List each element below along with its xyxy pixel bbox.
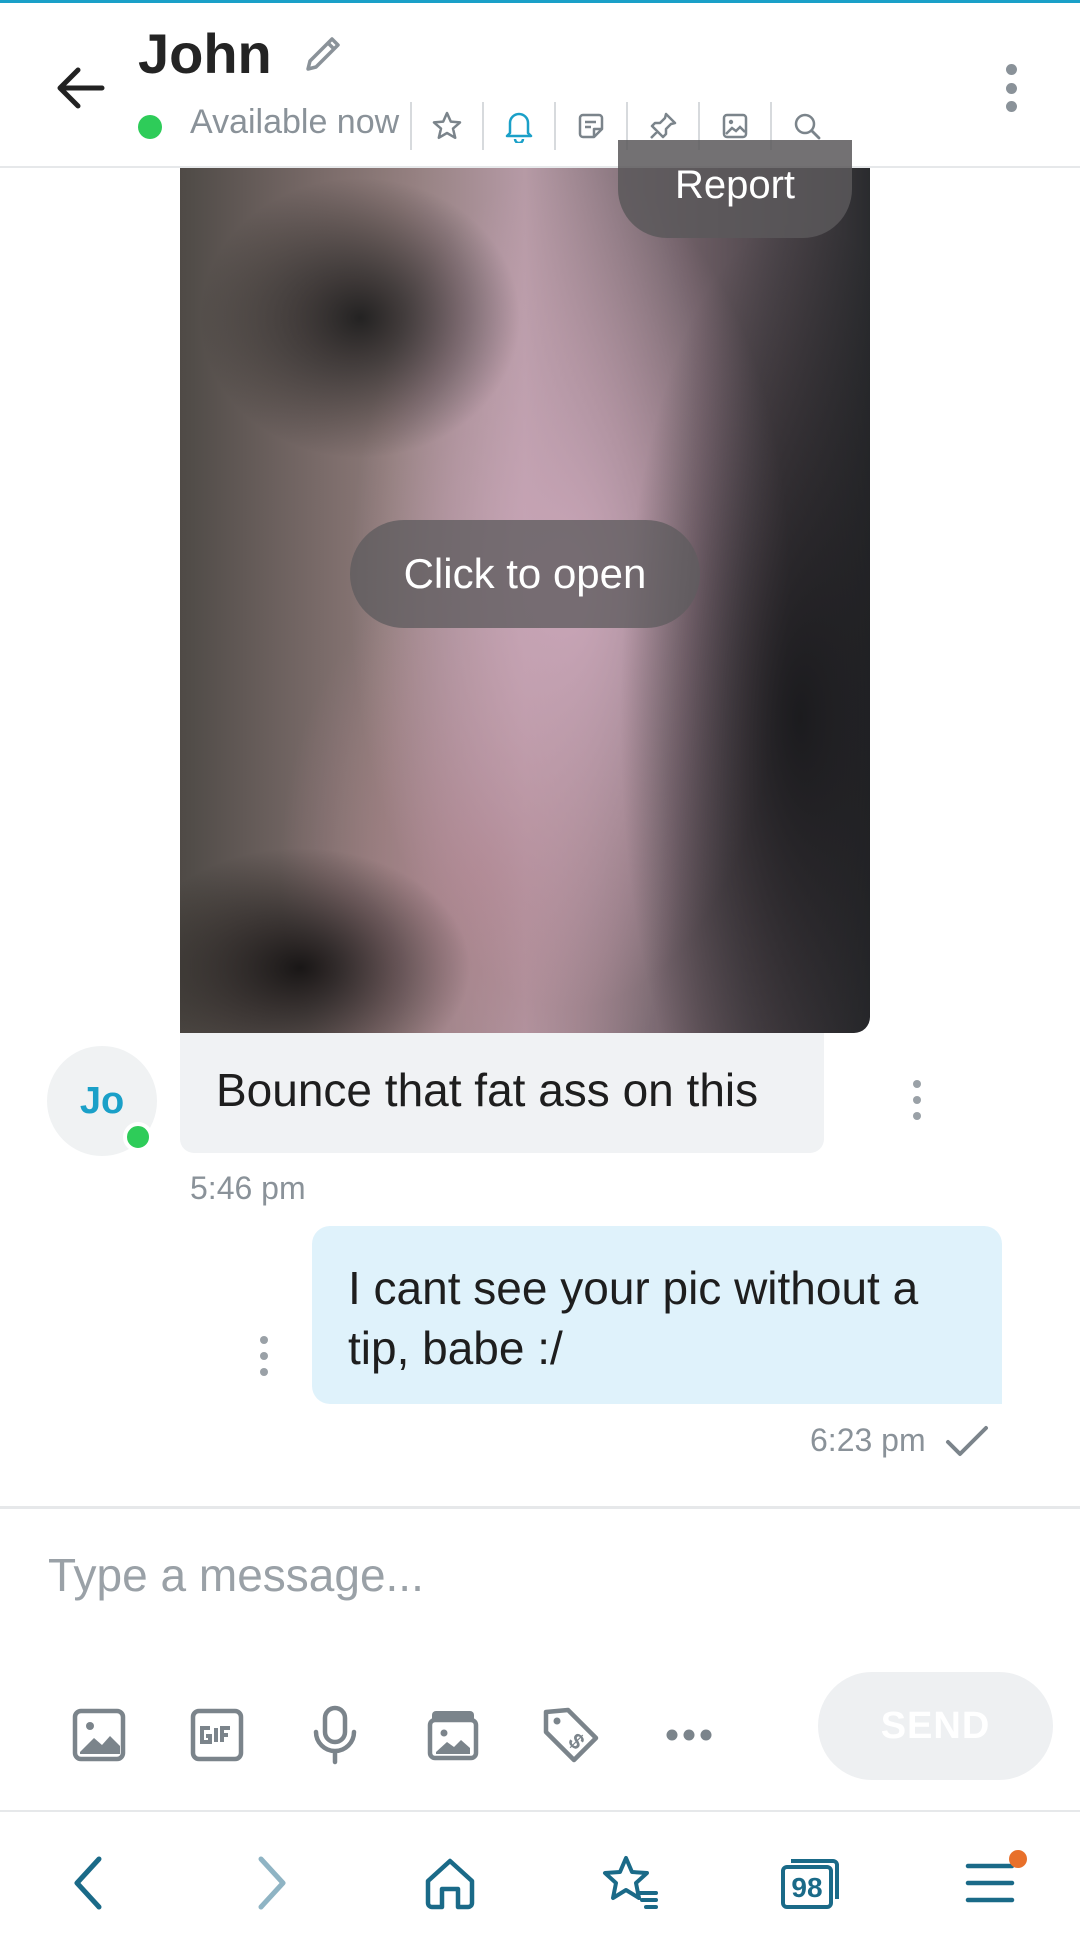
outgoing-message-options-button[interactable] <box>247 1336 281 1376</box>
price-tag-icon: $ <box>543 1707 599 1763</box>
gif-icon <box>190 1708 244 1762</box>
browser-navbar: 98 <box>0 1812 1080 1954</box>
send-button[interactable]: SEND <box>818 1672 1053 1780</box>
chevron-right-icon <box>258 1856 286 1910</box>
more-icon <box>666 1729 712 1741</box>
gif-button[interactable] <box>158 1690 276 1780</box>
check-icon <box>946 1426 988 1456</box>
home-icon <box>425 1858 475 1910</box>
edit-name-button[interactable] <box>300 31 350 81</box>
notes-button[interactable] <box>556 101 626 151</box>
dot <box>260 1336 268 1344</box>
bell-icon <box>505 112 533 143</box>
notifications-button[interactable] <box>484 101 554 151</box>
contact-name[interactable]: John <box>138 21 272 86</box>
avatar-online-indicator <box>123 1122 153 1152</box>
note-icon <box>578 113 604 139</box>
bookmark-star-icon <box>603 1856 658 1909</box>
image-gallery-icon <box>722 113 748 139</box>
incoming-message-time: 5:46 pm <box>190 1170 306 1206</box>
more-options-button[interactable] <box>990 58 1032 118</box>
incoming-message: Bounce that fat ass on this <box>180 1033 824 1153</box>
vault-button[interactable] <box>394 1690 512 1780</box>
incoming-message-options-button[interactable] <box>900 1080 934 1120</box>
search-icon <box>794 113 821 140</box>
browser-home-button[interactable] <box>395 1828 505 1938</box>
chat-header: John Available now <box>0 3 1080 168</box>
dot <box>1005 64 1017 75</box>
star-icon <box>432 111 462 140</box>
dot <box>1005 82 1017 94</box>
outgoing-message: I cant see your pic without a tip, babe … <box>312 1226 1002 1404</box>
dot <box>913 1080 921 1088</box>
dot <box>913 1096 921 1104</box>
vault-icon <box>427 1711 479 1761</box>
composer-toolbar: $ <box>40 1690 748 1780</box>
click-to-open-button[interactable]: Click to open <box>350 520 700 628</box>
arrow-left-icon <box>57 67 105 109</box>
microphone-icon <box>313 1705 357 1765</box>
browser-bookmarks-button[interactable] <box>575 1828 685 1938</box>
dot <box>1005 101 1017 112</box>
voice-message-button[interactable] <box>276 1690 394 1780</box>
online-indicator <box>138 115 162 139</box>
dot <box>260 1368 268 1376</box>
back-button[interactable] <box>40 48 120 128</box>
report-button[interactable]: Report <box>618 140 852 238</box>
divider <box>0 1506 1080 1509</box>
tabs-icon: 98 <box>781 1859 839 1909</box>
set-price-button[interactable]: $ <box>512 1690 630 1780</box>
pin-icon <box>650 112 677 139</box>
message-input[interactable] <box>30 1520 1050 1630</box>
notification-dot <box>1009 1850 1027 1868</box>
favorite-button[interactable] <box>412 101 482 151</box>
attach-image-button[interactable] <box>40 1690 158 1780</box>
dot <box>913 1112 921 1120</box>
pencil-icon <box>306 37 340 71</box>
hamburger-menu-icon <box>965 1863 1015 1903</box>
outgoing-message-time: 6:23 pm <box>810 1422 926 1458</box>
browser-tabs-button[interactable]: 98 <box>755 1828 865 1938</box>
image-icon <box>72 1708 126 1762</box>
status-text: Available now <box>190 103 400 141</box>
dot <box>260 1352 268 1360</box>
chevron-left-icon <box>74 1856 102 1910</box>
tab-count: 98 <box>791 1872 822 1903</box>
more-tools-button[interactable] <box>630 1690 748 1780</box>
browser-forward-button[interactable] <box>215 1828 325 1938</box>
browser-menu-button[interactable] <box>935 1828 1045 1938</box>
browser-back-button[interactable] <box>35 1828 145 1938</box>
